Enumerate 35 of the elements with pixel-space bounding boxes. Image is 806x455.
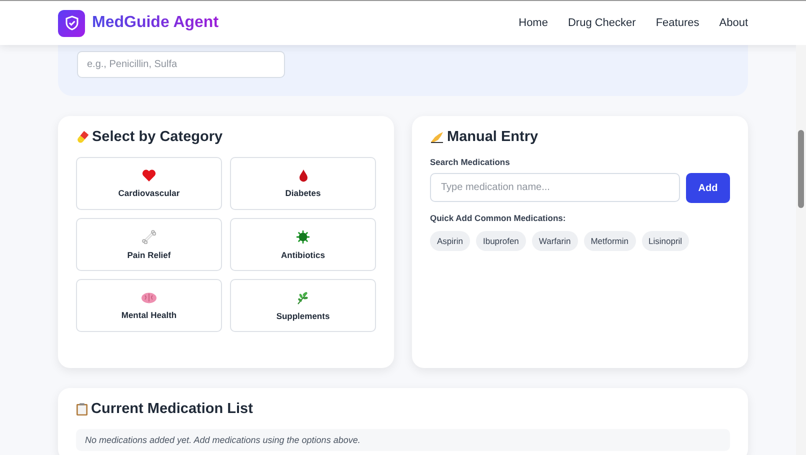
- category-button[interactable]: Mental Health: [76, 279, 222, 332]
- medication-chip[interactable]: Aspirin: [430, 231, 470, 251]
- brand-name: MedGuide Agent: [92, 14, 219, 32]
- category-button[interactable]: Supplements: [230, 279, 376, 332]
- germ-icon: [296, 230, 310, 244]
- medication-chip[interactable]: Metformin: [584, 231, 636, 251]
- field-label: Search Medications: [430, 157, 511, 167]
- nav-link[interactable]: About: [719, 17, 748, 29]
- pill-icon: [76, 130, 89, 144]
- add-button[interactable]: Add: [686, 173, 730, 203]
- shield-logo-icon: [58, 10, 85, 36]
- allergy-input-field[interactable]: e.g., Penicillin, Sulfa: [77, 51, 285, 78]
- nav-link[interactable]: Home: [518, 17, 548, 29]
- clipboard-icon: [76, 402, 88, 416]
- section-title: Select by Category: [92, 129, 223, 145]
- heart-icon: [142, 169, 156, 182]
- section-title: Manual Entry: [447, 129, 538, 145]
- section-title: Current Medication List: [91, 401, 253, 417]
- brain-icon: [141, 292, 157, 304]
- medication-chip[interactable]: Warfarin: [532, 231, 578, 251]
- nav-link[interactable]: Drug Checker: [568, 17, 636, 29]
- category-button[interactable]: Cardiovascular: [76, 157, 222, 210]
- category-button[interactable]: Antibiotics: [230, 218, 376, 271]
- herb-icon: [296, 290, 310, 304]
- nav-link[interactable]: Features: [656, 17, 700, 29]
- medication-search-field[interactable]: Type medication name...: [430, 173, 680, 202]
- category-button[interactable]: Pain Relief: [76, 218, 222, 271]
- bone-icon: [142, 230, 156, 244]
- drop-icon: [298, 169, 308, 182]
- medication-chip[interactable]: Ibuprofen: [476, 231, 526, 251]
- category-button[interactable]: Diabetes: [230, 157, 376, 210]
- empty-list-message: No medications added yet. Add medications using the options above.: [76, 429, 730, 451]
- scrollbar-thumb[interactable]: [798, 130, 804, 208]
- quick-add-label: Quick Add Common Medications:: [430, 213, 567, 223]
- medication-chip[interactable]: Lisinopril: [642, 231, 690, 251]
